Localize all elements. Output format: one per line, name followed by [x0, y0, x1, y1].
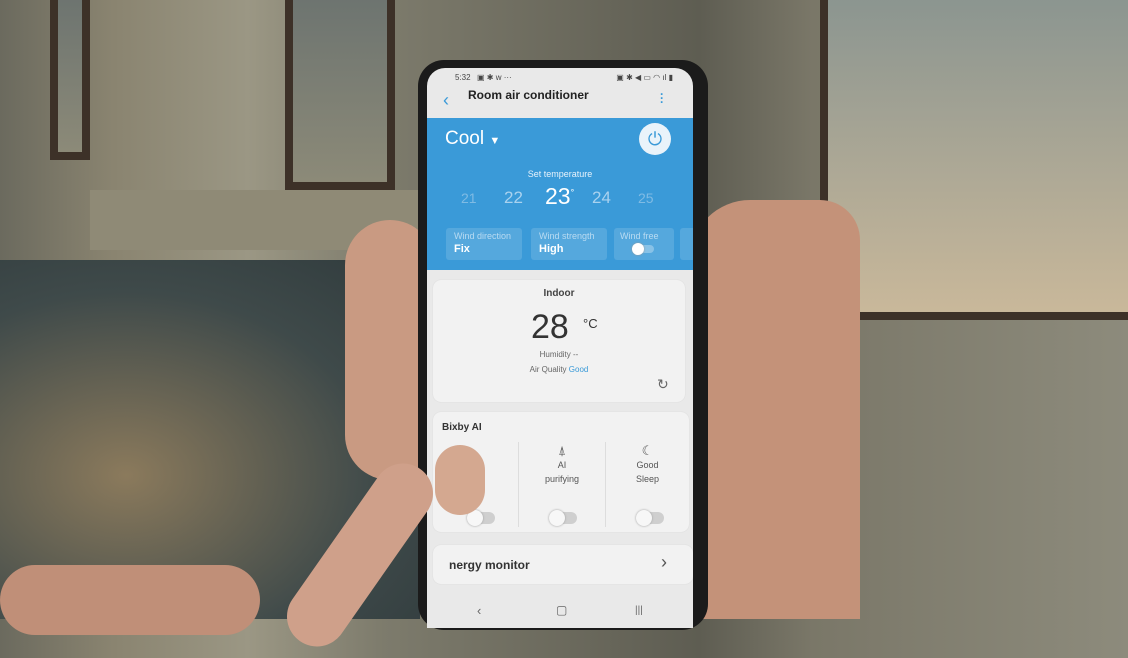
- ai-purifying-toggle[interactable]: [549, 510, 577, 526]
- nav-home-button[interactable]: ▢: [556, 603, 567, 617]
- power-icon: ⏻: [647, 129, 663, 149]
- nav-recents-button[interactable]: |||: [635, 605, 643, 616]
- temperature-option[interactable]: 22: [504, 188, 523, 208]
- fingertip: [435, 445, 485, 515]
- bixby-item-label: Sleep: [635, 474, 660, 484]
- right-hand: [690, 200, 860, 619]
- temperature-option[interactable]: 25: [638, 190, 654, 206]
- caret-down-icon: ▼: [489, 135, 501, 147]
- indoor-temperature: 28: [531, 308, 569, 346]
- wind-strength-label: Wind strength: [539, 231, 595, 241]
- background-window: [820, 0, 1128, 320]
- bixby-item-label: AI: [557, 460, 567, 470]
- bixby-item-ai-purifying[interactable]: ⍋ AI purifying: [519, 444, 605, 486]
- background-window: [50, 0, 90, 160]
- wind-direction-value: Fix: [454, 243, 470, 255]
- air-quality-value: Good: [568, 365, 589, 374]
- chevron-right-icon: ›: [661, 552, 667, 572]
- phone-screen: 5:32 ▣ ✱ w ··· ▣ ✱ ◀ ▭ ◠ ıl ▮ ‹ Room air…: [427, 68, 693, 628]
- background-window: [285, 0, 395, 190]
- selected-temperature-value: 23: [545, 183, 571, 209]
- left-fingers: [0, 565, 260, 635]
- energy-monitor-row[interactable]: nergy monitor ›: [433, 545, 693, 584]
- temperature-option[interactable]: 24: [592, 188, 611, 208]
- set-temperature-label: Set temperature: [527, 169, 593, 179]
- status-system-icons: ▣ ✱ ◀ ▭ ◠ ıl ▮: [616, 73, 673, 82]
- selected-temperature[interactable]: 23°: [545, 183, 574, 210]
- bixby-item-good-sleep[interactable]: ☾ Good Sleep: [606, 444, 689, 486]
- wind-direction-label: Wind direction: [454, 231, 512, 241]
- mode-selector[interactable]: Cool ▼: [445, 128, 500, 150]
- control-panel: Cool ▼ ⏻ Set temperature 21 22 23° 24 25…: [427, 118, 693, 270]
- status-time: 5:32: [455, 73, 471, 82]
- mode-label: Cool: [445, 128, 485, 149]
- bixby-title: Bixby AI: [442, 422, 482, 433]
- wind-direction-button[interactable]: Wind direction Fix: [446, 228, 522, 260]
- indoor-card: Indoor 28 °C Humidity -- Air Quality Goo…: [433, 280, 685, 402]
- indoor-title: Indoor: [543, 288, 575, 299]
- wind-strength-value: High: [539, 243, 564, 255]
- bixby-item-label: purifying: [544, 474, 580, 484]
- good-sleep-toggle[interactable]: [636, 510, 664, 526]
- degree-symbol: °: [570, 187, 575, 198]
- more-options-icon[interactable]: · · ·: [660, 88, 664, 108]
- energy-monitor-label: nergy monitor: [449, 558, 530, 572]
- refresh-icon[interactable]: ↻: [657, 376, 669, 393]
- bixby-item-label: Good: [636, 460, 659, 470]
- page-title: Room air conditioner: [468, 88, 589, 102]
- wind-free-label: Wind free: [620, 231, 659, 241]
- indoor-unit: °C: [583, 316, 598, 331]
- wind-strength-button[interactable]: Wind strength High: [531, 228, 607, 260]
- back-icon[interactable]: ‹: [443, 90, 449, 111]
- status-notification-icons: ▣ ✱ w ···: [477, 73, 512, 82]
- temperature-option[interactable]: 21: [461, 190, 477, 206]
- wind-free-button[interactable]: Wind free: [614, 228, 674, 260]
- nav-back-button[interactable]: ‹: [477, 603, 481, 618]
- air-quality: Air Quality Good: [433, 365, 685, 374]
- tree-icon: ⍋: [558, 443, 566, 458]
- bixby-item-toggle[interactable]: [467, 510, 495, 526]
- more-controls-chip[interactable]: [680, 228, 693, 260]
- power-button[interactable]: ⏻: [639, 123, 671, 155]
- humidity: Humidity --: [539, 350, 579, 359]
- air-quality-label: Air Quality: [529, 365, 567, 374]
- moon-sun-icon: ☾: [641, 443, 654, 458]
- wind-free-toggle[interactable]: [632, 243, 654, 255]
